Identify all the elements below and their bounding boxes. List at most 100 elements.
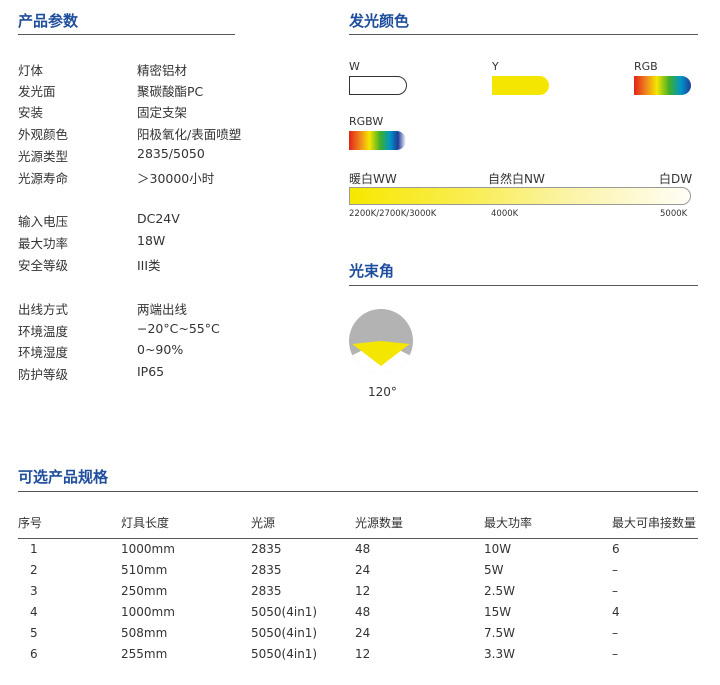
param-value: 2835/5050 — [137, 146, 205, 161]
cell-max-chain: – — [612, 562, 618, 577]
cell-light-source: 5050(4in1) — [251, 625, 318, 640]
param-key: 发光面 — [18, 84, 56, 99]
light-colors-divider — [349, 34, 698, 35]
param-value: IP65 — [137, 364, 165, 379]
param-key: 环境温度 — [18, 324, 69, 339]
header-index: 序号 — [18, 516, 43, 531]
cell-max-power: 7.5W — [484, 625, 515, 640]
param-key: 防护等级 — [18, 367, 69, 382]
cell-source-count: 48 — [355, 604, 371, 619]
param-key: 光源寿命 — [18, 171, 69, 186]
beam-angle-title: 光束角 — [349, 262, 395, 280]
param-value: III类 — [137, 258, 161, 273]
rgbw-label: RGBW — [349, 115, 384, 128]
param-key: 输入电压 — [18, 214, 69, 229]
header-max-power: 最大功率 — [484, 516, 533, 531]
cell-length: 255mm — [121, 646, 168, 661]
param-key: 安全等级 — [18, 258, 69, 273]
cell-max-chain: – — [612, 646, 618, 661]
cell-light-source: 5050(4in1) — [251, 604, 318, 619]
table-row: 1 1000mm 2835 48 10W 6 — [18, 538, 698, 559]
specs-table: 序号 灯具长度 光源 光源数量 最大功率 最大可串接数量 1 1000mm 28… — [18, 508, 698, 664]
cool-white-label: 白DW — [659, 172, 693, 186]
table-row: 6 255mm 5050(4in1) 12 3.3W – — [18, 643, 698, 664]
param-key: 光源类型 — [18, 149, 69, 164]
cell-max-chain: – — [612, 625, 618, 640]
specs-divider — [18, 491, 698, 492]
rgbw-swatch — [349, 131, 406, 150]
param-value: 阳极氧化/表面喷塑 — [137, 127, 242, 142]
cell-source-count: 48 — [355, 541, 371, 556]
param-key: 最大功率 — [18, 236, 69, 251]
cell-max-chain: 4 — [612, 604, 620, 619]
param-value: 0~90% — [137, 342, 184, 357]
cell-source-count: 24 — [355, 625, 371, 640]
param-key: 灯体 — [18, 63, 44, 78]
light-colors-title: 发光颜色 — [349, 12, 410, 30]
w-label: W — [349, 60, 360, 73]
cool-kelvin-label: 5000K — [660, 209, 688, 219]
cell-source-count: 12 — [355, 583, 371, 598]
warm-kelvin-label: 2200K/2700K/3000K — [349, 209, 437, 219]
table-row: 5 508mm 5050(4in1) 24 7.5W – — [18, 622, 698, 643]
param-value: 聚碳酸酯PC — [137, 84, 204, 99]
beam-angle-divider — [349, 285, 698, 286]
param-value: 固定支架 — [137, 105, 188, 120]
cell-length: 510mm — [121, 562, 168, 577]
cell-source-count: 24 — [355, 562, 371, 577]
cell-source-count: 12 — [355, 646, 371, 661]
cell-index: 5 — [30, 625, 38, 640]
specs-title: 可选产品规格 — [18, 468, 109, 486]
beam-angle-value: 120° — [368, 385, 397, 399]
cell-light-source: 2835 — [251, 583, 282, 598]
header-length: 灯具长度 — [121, 516, 170, 531]
table-row: 2 510mm 2835 24 5W – — [18, 559, 698, 580]
param-value: ＞30000小时 — [137, 171, 215, 186]
param-value: 两端出线 — [137, 302, 188, 317]
header-light-source: 光源 — [251, 516, 276, 531]
param-key: 环境湿度 — [18, 345, 69, 360]
beam-angle-icon — [349, 309, 413, 374]
y-label: Y — [492, 60, 499, 73]
table-row: 4 1000mm 5050(4in1) 48 15W 4 — [18, 601, 698, 622]
color-temperature-bar — [349, 187, 691, 205]
cell-index: 3 — [30, 583, 38, 598]
table-header-row: 序号 灯具长度 光源 光源数量 最大功率 最大可串接数量 — [18, 508, 698, 538]
param-key: 出线方式 — [18, 302, 69, 317]
cell-length: 508mm — [121, 625, 168, 640]
cell-length: 1000mm — [121, 604, 175, 619]
cell-index: 1 — [30, 541, 38, 556]
cell-light-source: 5050(4in1) — [251, 646, 318, 661]
param-key: 外观颜色 — [18, 127, 69, 142]
cell-max-power: 15W — [484, 604, 512, 619]
cell-max-power: 10W — [484, 541, 512, 556]
cell-max-chain: 6 — [612, 541, 620, 556]
w-swatch — [349, 76, 407, 95]
warm-white-label: 暖白WW — [349, 172, 397, 186]
param-value: 18W — [137, 233, 166, 248]
param-key: 安装 — [18, 105, 44, 120]
cell-index: 4 — [30, 604, 38, 619]
cell-max-power: 5W — [484, 562, 504, 577]
cell-max-chain: – — [612, 583, 618, 598]
rgb-swatch — [634, 76, 691, 95]
cell-length: 250mm — [121, 583, 168, 598]
y-swatch — [492, 76, 549, 95]
cell-length: 1000mm — [121, 541, 175, 556]
header-max-chain: 最大可串接数量 — [612, 516, 697, 531]
natural-white-label: 自然白NW — [488, 172, 545, 186]
cell-light-source: 2835 — [251, 562, 282, 577]
table-row: 3 250mm 2835 12 2.5W – — [18, 580, 698, 601]
product-params-title: 产品参数 — [18, 12, 79, 30]
cell-index: 6 — [30, 646, 38, 661]
param-value: 精密铝材 — [137, 63, 188, 78]
param-value: DC24V — [137, 211, 180, 226]
cell-index: 2 — [30, 562, 38, 577]
header-source-count: 光源数量 — [355, 516, 404, 531]
cell-max-power: 2.5W — [484, 583, 515, 598]
cell-max-power: 3.3W — [484, 646, 515, 661]
natural-kelvin-label: 4000K — [491, 209, 519, 219]
cell-light-source: 2835 — [251, 541, 282, 556]
rgb-label: RGB — [634, 60, 658, 73]
product-params-divider — [18, 34, 235, 35]
